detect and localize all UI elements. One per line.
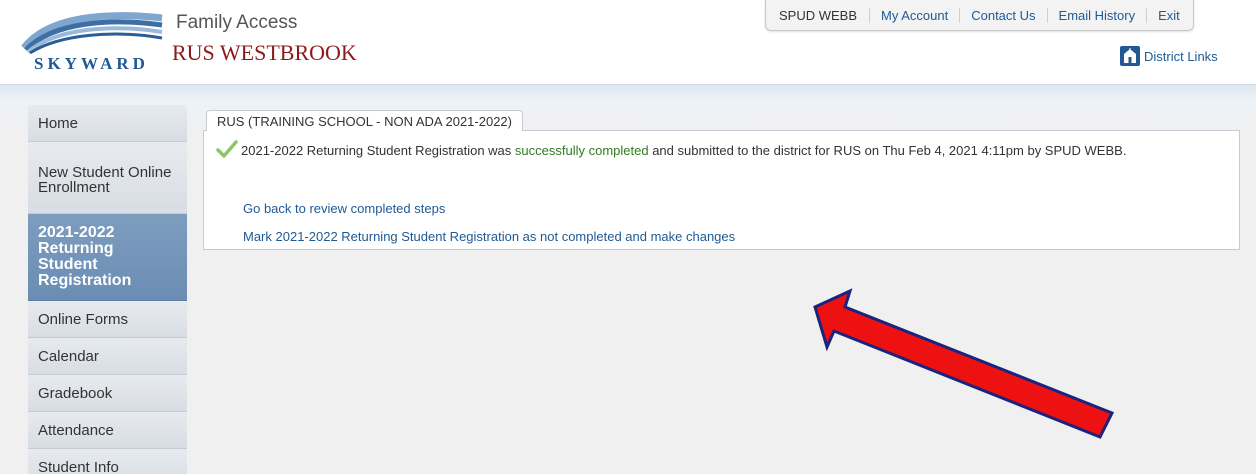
sidebar-item-gradebook[interactable]: Gradebook — [28, 375, 187, 412]
skyward-logo[interactable]: SKYWARD — [18, 8, 168, 80]
success-check-icon — [216, 140, 238, 158]
sidebar-item-new-student-online-enrollment[interactable]: New Student Online Enrollment — [28, 142, 187, 214]
message-prefix: 2021-2022 Returning Student Registration… — [241, 143, 515, 158]
sidebar-item-calendar[interactable]: Calendar — [28, 338, 187, 375]
sidebar-item-label: Student Info — [38, 458, 119, 474]
district-links-button[interactable]: District Links — [1120, 46, 1218, 66]
sidebar-item-label: Attendance — [38, 421, 114, 439]
review-steps-link[interactable]: Go back to review completed steps — [243, 201, 445, 216]
sidebar-item-label: Home — [38, 114, 79, 132]
district-links-icon — [1120, 46, 1140, 66]
sidebar-item-home[interactable]: Home — [28, 105, 187, 142]
sidebar-item-label: Gradebook — [38, 384, 113, 402]
message-success-text: successfully completed — [514, 143, 649, 158]
annotation-arrow — [813, 288, 1115, 439]
registration-status-panel: 2021-2022 Returning Student Registration… — [203, 130, 1240, 250]
contact-us-link[interactable]: Contact Us — [959, 7, 1046, 23]
sidebar-item-label: Calendar — [38, 347, 99, 365]
sidebar-item-attendance[interactable]: Attendance — [28, 412, 187, 449]
school-name: RUS WESTBROOK — [172, 40, 357, 65]
sidebar-item-label: 2021-2022 Returning Student Registration — [38, 224, 132, 289]
app-title: Family Access — [176, 12, 298, 33]
sidebar-item-online-forms[interactable]: Online Forms — [28, 301, 187, 338]
sidebar-item-label: Online Forms — [38, 310, 129, 328]
sidebar-item-label: New Student Online Enrollment — [38, 163, 172, 196]
logo-wordmark: SKYWARD — [34, 54, 149, 73]
tab-label: RUS (TRAINING SCHOOL - NON ADA 2021-2022… — [217, 113, 512, 129]
tab-training-school[interactable]: RUS (TRAINING SCHOOL - NON ADA 2021-2022… — [206, 110, 523, 131]
page-header: SKYWARD Family Access RUS WESTBROOK SPUD… — [0, 0, 1256, 85]
current-user-name: SPUD WEBB — [779, 7, 858, 23]
top-navigation: SPUD WEBB My Account Contact Us Email Hi… — [765, 0, 1194, 31]
message-suffix: and submitted to the district for RUS on… — [648, 143, 1127, 158]
completion-message: 2021-2022 Returning Student Registration… — [216, 140, 1226, 159]
sidebar-item-student-info[interactable]: Student Info — [28, 449, 187, 474]
logo-swoosh-icon — [21, 12, 163, 55]
sidebar-nav: Home New Student Online Enrollment 2021-… — [28, 105, 187, 474]
mark-not-completed-link[interactable]: Mark 2021-2022 Returning Student Registr… — [243, 229, 735, 244]
district-links-label: District Links — [1144, 48, 1218, 64]
sidebar-item-returning-student-registration[interactable]: 2021-2022 Returning Student Registration — [28, 214, 187, 301]
exit-link[interactable]: Exit — [1146, 7, 1191, 23]
my-account-link[interactable]: My Account — [869, 7, 959, 23]
email-history-link[interactable]: Email History — [1046, 7, 1147, 23]
